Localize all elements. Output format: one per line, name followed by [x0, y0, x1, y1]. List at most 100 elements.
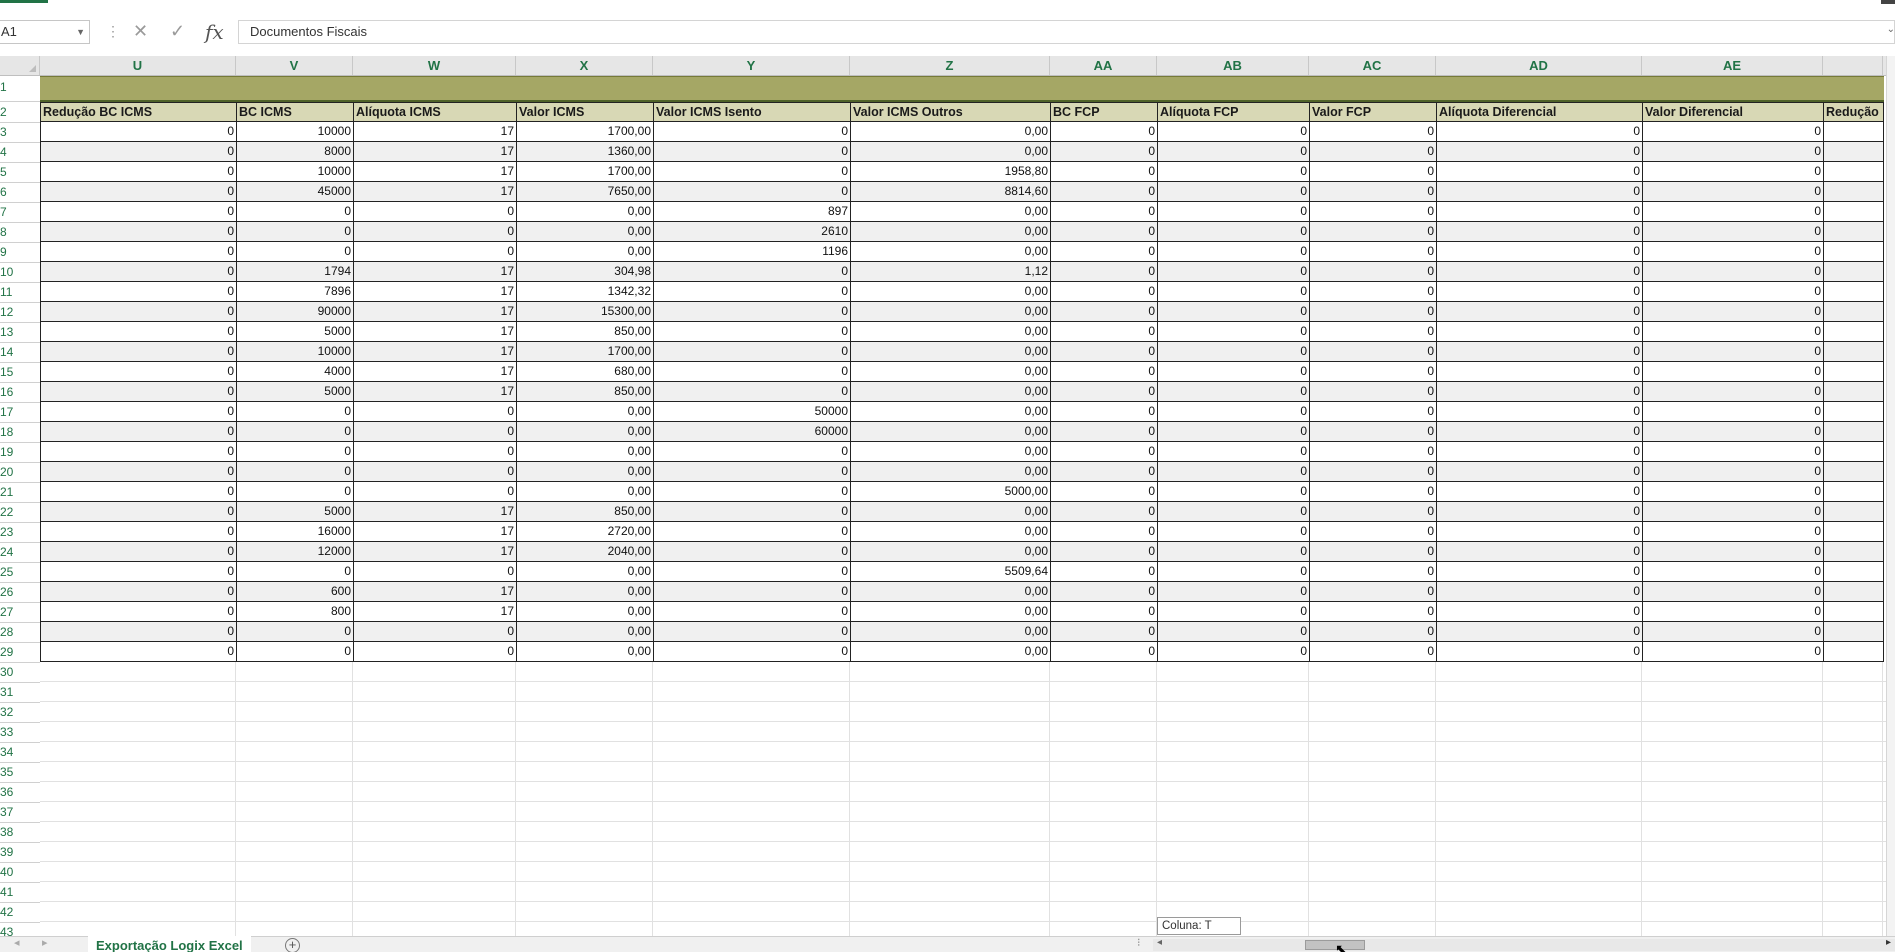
table-cell[interactable]: 0,00 [850, 342, 1051, 362]
table-cell[interactable]: 0 [1642, 542, 1824, 562]
table-header-cell[interactable]: BC FCP [1050, 102, 1158, 122]
chevron-down-icon[interactable]: ▼ [76, 21, 85, 43]
table-cell[interactable]: 0 [1436, 262, 1643, 282]
table-cell[interactable]: 1342,32 [516, 282, 654, 302]
table-cell[interactable]: 0 [1157, 202, 1310, 222]
table-cell[interactable]: 897 [653, 202, 851, 222]
table-cell[interactable]: 0 [1157, 622, 1310, 642]
table-cell[interactable]: 0 [1157, 422, 1310, 442]
prev-sheet-icon[interactable]: ◂ [14, 936, 20, 949]
table-cell[interactable]: 17 [353, 282, 517, 302]
table-cell[interactable]: 0 [653, 602, 851, 622]
column-header-ac[interactable]: AC [1309, 56, 1436, 75]
table-cell[interactable]: 0 [1157, 382, 1310, 402]
table-cell[interactable]: 0 [1436, 382, 1643, 402]
row-header[interactable]: 23 [0, 522, 40, 542]
table-cell[interactable] [1823, 342, 1884, 362]
row-header[interactable]: 10 [0, 262, 40, 282]
table-cell[interactable] [1823, 142, 1884, 162]
table-cell[interactable]: 0 [1642, 282, 1824, 302]
table-cell[interactable]: 1958,80 [850, 162, 1051, 182]
table-cell[interactable]: 0 [40, 222, 237, 242]
table-cell[interactable]: 0 [1642, 362, 1824, 382]
row-header[interactable]: 32 [0, 702, 40, 722]
next-sheet-icon[interactable]: ▸ [42, 936, 48, 949]
table-cell[interactable]: 0 [1050, 402, 1158, 422]
table-cell[interactable]: 1196 [653, 242, 851, 262]
empty-row[interactable] [40, 802, 1895, 822]
table-cell[interactable]: 0 [353, 442, 517, 462]
table-cell[interactable] [1823, 642, 1884, 662]
empty-row[interactable] [40, 702, 1895, 722]
table-cell[interactable]: 17 [353, 602, 517, 622]
table-cell[interactable]: 0 [653, 122, 851, 142]
table-cell[interactable] [1823, 182, 1884, 202]
table-cell[interactable]: 0 [653, 262, 851, 282]
table-cell[interactable]: 0 [1642, 402, 1824, 422]
table-cell[interactable]: 0 [1309, 442, 1437, 462]
table-cell[interactable]: 0 [1157, 642, 1310, 662]
column-header-u[interactable]: U [40, 56, 236, 75]
table-cell[interactable]: 0 [1050, 522, 1158, 542]
table-cell[interactable]: 0,00 [850, 542, 1051, 562]
table-cell[interactable]: 0 [40, 502, 237, 522]
table-cell[interactable]: 0 [1157, 482, 1310, 502]
table-cell[interactable]: 0 [1436, 342, 1643, 362]
table-cell[interactable]: 0 [1050, 222, 1158, 242]
row-header[interactable]: 36 [0, 782, 40, 802]
table-cell[interactable]: 0 [1642, 582, 1824, 602]
row-header[interactable]: 7 [0, 202, 40, 222]
table-cell[interactable]: 0 [353, 642, 517, 662]
table-cell[interactable]: 0 [653, 182, 851, 202]
table-cell[interactable]: 0 [1436, 202, 1643, 222]
table-cell[interactable]: 600 [236, 582, 354, 602]
row-header[interactable]: 13 [0, 322, 40, 342]
table-cell[interactable] [1823, 242, 1884, 262]
table-cell[interactable]: 0,00 [516, 202, 654, 222]
table-cell[interactable]: 0 [353, 462, 517, 482]
table-header-cell[interactable]: Alíquota ICMS [353, 102, 517, 122]
add-sheet-icon[interactable]: + [285, 938, 300, 952]
column-header-ae[interactable]: AE [1642, 56, 1823, 75]
table-header-cell[interactable]: Valor ICMS Isento [653, 102, 851, 122]
column-header-ad[interactable]: AD [1436, 56, 1642, 75]
table-cell[interactable]: 0 [653, 622, 851, 642]
table-cell[interactable]: 0 [1309, 242, 1437, 262]
table-cell[interactable]: 680,00 [516, 362, 654, 382]
table-cell[interactable]: 0 [1436, 562, 1643, 582]
row-header[interactable]: 8 [0, 222, 40, 242]
table-cell[interactable]: 0 [1309, 562, 1437, 582]
table-cell[interactable]: 0,00 [850, 622, 1051, 642]
table-cell[interactable]: 0 [40, 622, 237, 642]
cancel-icon[interactable]: ✕ [133, 21, 148, 42]
row-header[interactable]: 5 [0, 162, 40, 182]
table-cell[interactable]: 850,00 [516, 322, 654, 342]
table-cell[interactable] [1823, 622, 1884, 642]
row-header[interactable]: 21 [0, 482, 40, 502]
table-cell[interactable]: 0 [40, 302, 237, 322]
table-cell[interactable]: 0,00 [516, 462, 654, 482]
table-cell[interactable] [1823, 442, 1884, 462]
table-cell[interactable]: 0 [353, 562, 517, 582]
row-header[interactable]: 30 [0, 662, 40, 682]
table-cell[interactable]: 0,00 [850, 502, 1051, 522]
table-cell[interactable]: 5000,00 [850, 482, 1051, 502]
table-header-cell[interactable]: Alíquota FCP [1157, 102, 1310, 122]
row-header[interactable]: 28 [0, 622, 40, 642]
table-cell[interactable]: 0 [1436, 582, 1643, 602]
table-cell[interactable]: 0 [1436, 162, 1643, 182]
table-cell[interactable]: 10000 [236, 342, 354, 362]
table-cell[interactable]: 0 [1642, 422, 1824, 442]
scroll-right-icon[interactable]: ▸ [1886, 937, 1891, 948]
table-cell[interactable]: 0 [1642, 462, 1824, 482]
table-cell[interactable]: 8000 [236, 142, 354, 162]
scroll-left-icon[interactable]: ◂ [1157, 937, 1162, 948]
table-cell[interactable]: 0 [1157, 162, 1310, 182]
table-cell[interactable]: 0 [1157, 122, 1310, 142]
table-cell[interactable]: 0 [1309, 262, 1437, 282]
column-header-w[interactable]: W [353, 56, 516, 75]
table-cell[interactable]: 0 [1436, 402, 1643, 422]
row-header[interactable]: 14 [0, 342, 40, 362]
table-cell[interactable]: 0 [1642, 602, 1824, 622]
table-cell[interactable]: 0 [40, 402, 237, 422]
